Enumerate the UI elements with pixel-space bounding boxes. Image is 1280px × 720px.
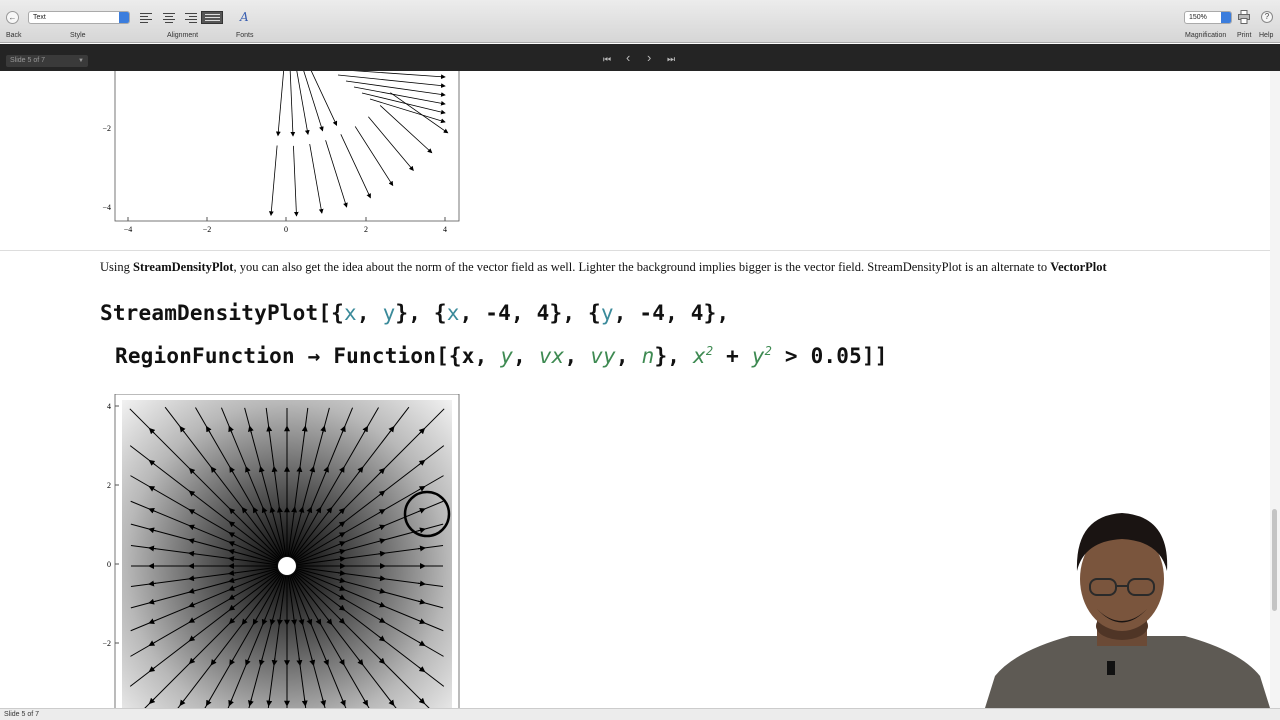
chevron-down-icon [1221,12,1231,23]
fonts-icon[interactable]: A [240,10,249,24]
align-justify-button[interactable] [201,11,223,24]
code-option: RegionFunction [115,344,295,368]
input-cell-line-2[interactable]: RegionFunction → Function[{x, y, vx, vy,… [115,344,888,368]
scrollbar-thumb[interactable] [1272,509,1277,611]
field-arrow [353,86,446,106]
code-symbol: y [382,301,396,325]
code-function: Function [333,344,437,368]
x-tick-label: 4 [443,225,447,234]
first-slide-icon[interactable]: ⏮ [603,54,611,65]
print-label: Print [1237,32,1252,39]
align-left-button[interactable] [137,11,157,24]
align-left-icon [140,13,152,14]
notebook-content[interactable]: −4 −2 0 2 4 −2 −4 Using StreamDensityPlo… [0,71,1270,708]
field-arrow [337,74,446,88]
style-label: Style [70,32,86,39]
y-tick-label: −4 [102,203,111,212]
fonts-label: Fonts [236,32,254,39]
field-arrow [325,140,348,208]
back-button[interactable]: ← [6,11,19,24]
code-symbol: x [446,301,460,325]
vertical-scrollbar[interactable] [1270,71,1280,708]
y-tick-label: −2 [102,124,111,133]
function-name: VectorPlot [1050,260,1107,274]
y-axis-ticks: −2 −4 [102,124,111,212]
code-symbol: y [600,301,614,325]
align-right-button[interactable] [180,11,200,24]
last-slide-icon[interactable]: ⏭ [667,54,675,65]
field-arrow [275,71,285,137]
align-center-icon [163,13,175,14]
help-label: Help [1259,32,1274,39]
x-tick-label: 0 [284,225,288,234]
style-select[interactable]: Text [28,11,130,24]
presenter-video [985,513,1270,708]
magnification-select[interactable]: 150% [1184,11,1232,24]
code-symbol: x [344,301,357,325]
field-arrow [368,116,414,171]
back-label: Back [6,32,22,39]
alignment-label: Alignment [167,32,199,39]
next-slide-icon[interactable]: › [647,50,651,65]
x-axis-ticks: −4 −2 0 2 4 [124,217,447,234]
previous-slide-icon[interactable]: ‹ [626,50,630,65]
excluded-region [278,557,296,575]
text-segment: Using [100,260,133,274]
field-arrow [309,144,324,214]
input-cell-line-1[interactable]: StreamDensityPlot[{x, y}, {x, -4, 4}, {y… [100,301,729,325]
field-arrow [379,105,433,154]
status-bar: Slide 5 of 7 [0,708,1280,720]
y-tick-label: 0 [107,560,111,569]
lapel-microphone [1107,661,1115,675]
style-select-value: Text [33,14,46,21]
y-tick-label: 2 [107,481,111,490]
align-justify-icon [205,14,220,15]
x-tick-label: −4 [124,225,133,234]
text-cell[interactable]: Using StreamDensityPlot, you can also ge… [100,260,1260,275]
plot-frame [114,71,460,222]
vector-plot: −4 −2 0 2 4 −2 −4 [102,71,460,234]
field-arrow [303,71,324,132]
code-function: StreamDensityPlot [100,301,319,325]
toolbar: ← Back Text Style Alignment A Fonts 150%… [0,0,1280,43]
chevron-down-icon [119,12,129,23]
stream-density-plot: 4 2 0 −2 [102,394,460,708]
back-arrow-icon: ← [8,13,17,22]
cell-divider [0,250,1270,251]
caret-down-icon: ▼ [78,58,84,64]
presenter-shirt [985,636,1270,708]
field-arrow [296,71,310,136]
align-right-icon [185,13,197,14]
help-icon: ? [1264,12,1270,21]
field-arrow [289,71,296,137]
magnification-label: Magnification [1185,32,1227,39]
field-arrow [293,145,299,217]
magnification-value: 150% [1189,14,1207,21]
slide-select[interactable]: Slide 5 of 7 ▼ [6,55,88,67]
slide-navigation-bar: Slide 5 of 7 ▼ ⏮ ‹ › ⏭ [0,44,1280,71]
vector-arrows [268,71,449,217]
y-tick-label: 4 [107,402,111,411]
y-tick-label: −2 [102,639,111,648]
field-arrow [310,71,338,126]
function-name: StreamDensityPlot [133,260,234,274]
text-segment: , you can also get the idea about the no… [233,260,1051,274]
x-tick-label: −2 [203,225,212,234]
field-arrow [268,145,278,217]
status-slide-indicator: Slide 5 of 7 [4,711,40,718]
align-center-button[interactable] [159,11,179,24]
help-button[interactable]: ? [1261,11,1273,23]
x-tick-label: 2 [364,225,368,234]
slide-select-value: Slide 5 of 7 [10,57,46,64]
field-arrow [390,92,449,134]
print-icon[interactable] [1238,10,1250,24]
